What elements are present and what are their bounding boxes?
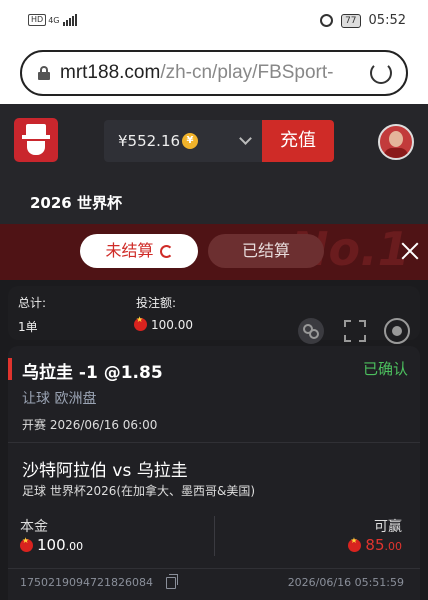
divider [214,516,215,556]
bet-footer: 1750219094721826084 2026/06/16 05:51:59 [8,572,420,600]
chevron-down-icon [239,132,252,145]
hd-badge: HD [28,14,47,26]
battery-icon: 77 [341,13,361,28]
url-text[interactable]: mrt188.com/zh-cn/play/FBSport- [60,62,333,84]
copy-icon[interactable] [166,574,178,589]
stake-total-amount: 100.00 [151,318,193,332]
currency-flag-icon [348,536,362,552]
balance-amount: ¥552.16 [118,132,181,150]
win-value: 85.00 [348,536,402,554]
balance-selector[interactable]: ¥552.16 ¥ [104,120,262,162]
bet-status-tabs: No.1 未结算 已结算 [0,224,428,280]
stake-int: 100 [37,536,66,554]
status-badge: 已确认 [362,360,408,378]
stake-label: 本金 [20,519,48,535]
league-name: 足球 世界杯2026(在加拿大、墨西哥&美国) [22,484,256,498]
close-icon[interactable] [398,239,422,263]
currency-flag-icon [20,536,33,552]
bet-id: 1750219094721826084 [20,576,153,589]
lock-icon [38,66,50,80]
status-bar: HD 4G 77 05:52 [0,0,428,46]
group-icon[interactable] [298,318,324,344]
signal-icon [63,14,78,26]
url-path: /zh-cn/play/FBSport- [160,62,334,83]
status-left: HD 4G [28,14,78,26]
bet-market: 让球 欧洲盘 [22,391,97,407]
coin-icon: ¥ [182,133,198,149]
target-icon[interactable] [384,318,410,344]
recharge-button[interactable]: 充值 [262,120,334,162]
brand-logo[interactable] [14,118,58,162]
alarm-icon [320,14,334,27]
address-bar[interactable]: mrt188.com/zh-cn/play/FBSport- [20,50,408,96]
bet-time: 2026/06/16 05:51:59 [287,576,404,589]
match-name: 沙特阿拉伯 vs 乌拉圭 [22,461,188,481]
win-label: 可赢 [374,519,402,535]
tab-unsettled[interactable]: 未结算 [80,234,198,268]
stake-total-label: 投注额: [136,296,177,310]
stake-total-value: 100.00 [134,315,193,332]
refresh-icon[interactable] [159,245,173,258]
stake-dec: .00 [65,540,84,553]
avatar[interactable] [378,124,414,160]
bet-marker [8,358,12,380]
tab-settled[interactable]: 已结算 [208,234,324,268]
stake-payout-row: 本金 100.00 可赢 85.00 [8,514,420,562]
app-header: ¥552.16 ¥ 充值 2026 世界杯 [0,104,428,224]
status-right: 77 05:52 [320,13,406,28]
tab-unsettled-label: 未结算 [105,241,154,260]
page-title: 2026 世界杯 [30,194,122,212]
url-domain: mrt188.com [60,62,161,83]
kickoff-time: 开赛 2026/06/16 06:00 [22,418,158,432]
reload-icon[interactable] [370,62,392,84]
divider [8,568,420,569]
stake-value: 100.00 [20,536,83,554]
clock: 05:52 [368,13,406,28]
win-dec: .00 [384,540,403,553]
browser-toolbar: mrt188.com/zh-cn/play/FBSport- [0,46,428,104]
expand-icon[interactable] [342,318,368,344]
total-value: 1单 [18,320,38,334]
total-label: 总计: [18,296,47,310]
divider [8,442,420,443]
network-type: 4G [48,15,60,25]
win-int: 85 [365,536,385,554]
bet-card[interactable]: 乌拉圭 -1 @1.85 已确认 让球 欧洲盘 开赛 2026/06/16 06… [8,346,420,600]
currency-flag-icon [134,315,147,331]
bet-selection: 乌拉圭 -1 @1.85 [22,363,163,383]
